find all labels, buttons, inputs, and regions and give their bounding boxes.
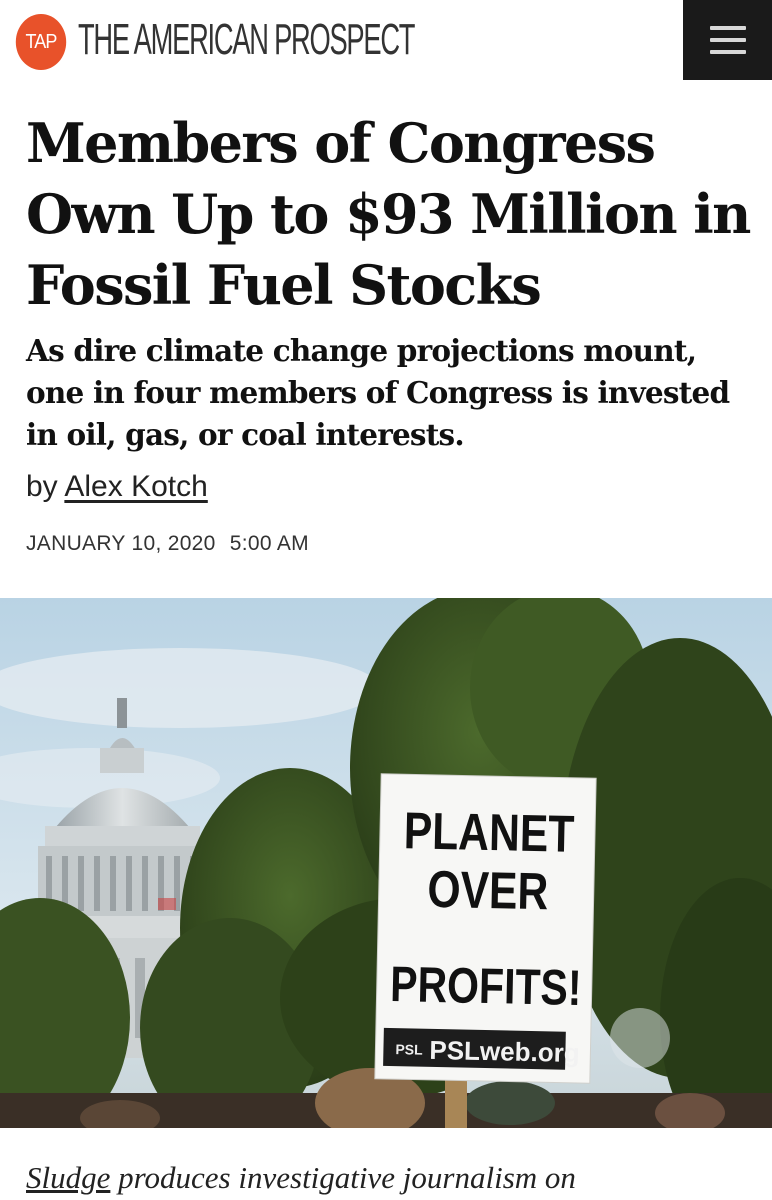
site-wordmark[interactable]: THE AMERICAN PROSPECT — [78, 10, 415, 70]
article-dateline: JANUARY 10, 2020 5:00 AM — [26, 532, 317, 556]
hero-photo: PLANET OVER PROFITS! PSL PSLweb.org — [0, 598, 772, 1128]
body-text-run: produces investigative journalism on — [110, 1160, 576, 1195]
sign-text-planet: PLANET — [403, 802, 575, 864]
author-link[interactable]: Alex Kotch — [64, 470, 207, 503]
hamburger-menu-icon-bar — [709, 38, 746, 42]
site-header: TAP THE AMERICAN PROSPECT — [0, 0, 772, 80]
protest-sign: PLANET OVER PROFITS! PSL PSLweb.org — [374, 773, 597, 1084]
sign-text-profits: PROFITS! — [390, 956, 582, 1016]
article-body-first-line: Sludge produces investigative journalism… — [26, 1160, 766, 1196]
hamburger-menu-icon-bar — [709, 50, 746, 54]
article-headline: Members of Congress Own Up to $93 Millio… — [26, 111, 751, 317]
sludge-link[interactable]: Sludge — [26, 1160, 110, 1195]
tap-logo-badge[interactable]: TAP — [15, 14, 67, 70]
byline-prefix: by — [26, 470, 58, 503]
hamburger-menu-icon — [709, 26, 746, 30]
byline: by Alex Kotch — [26, 470, 208, 504]
menu-button[interactable] — [683, 0, 772, 80]
article-dek: As dire climate change projections mount… — [26, 333, 730, 452]
sign-footer-logo: PSL — [395, 1041, 423, 1058]
article-time: 5:00 AM — [229, 532, 309, 555]
sign-footer-url: PSLweb.org — [429, 1035, 580, 1068]
sign-text-over: OVER — [427, 861, 549, 921]
article-date: JANUARY 10, 2020 — [26, 532, 216, 555]
